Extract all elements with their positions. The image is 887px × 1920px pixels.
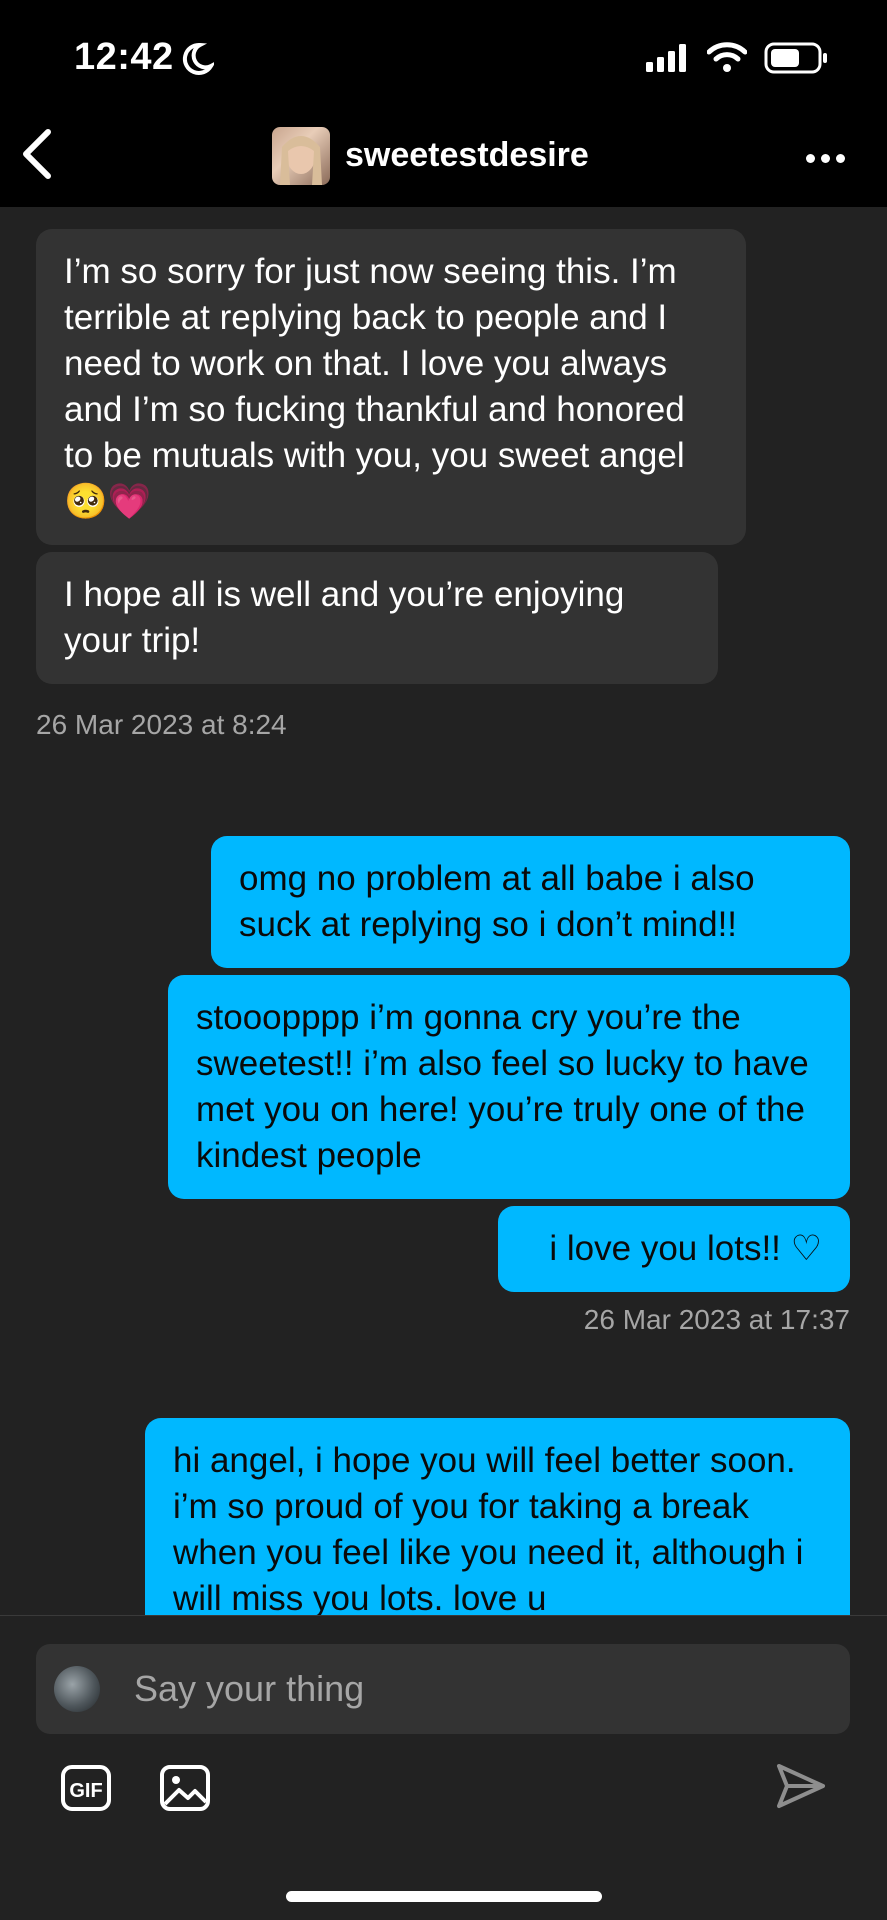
user-avatar: [54, 1666, 100, 1712]
more-icon[interactable]: [806, 150, 851, 168]
status-time: 12:42: [74, 36, 174, 78]
message-bubble-outgoing[interactable]: omg no problem at all babe i also suck a…: [211, 836, 850, 968]
composer-divider: [0, 1615, 887, 1616]
message-timestamp: 26 Mar 2023 at 8:24: [36, 709, 287, 740]
top-bar: 12:42 sweetestdesire: [0, 0, 887, 207]
message-bubble-outgoing[interactable]: i love you lots!! ♡: [498, 1206, 850, 1292]
send-icon[interactable]: [773, 1760, 829, 1812]
conversation-thread[interactable]: I’m so sorry for just now seeing this. I…: [0, 207, 887, 1615]
message-timestamp: 26 Mar 2023 at 17:37: [583, 1304, 850, 1335]
message-input[interactable]: [132, 1664, 816, 1714]
message-bubble-incoming[interactable]: I hope all is well and you’re enjoying y…: [36, 552, 718, 684]
back-chevron-icon[interactable]: [18, 126, 58, 182]
moon-icon: [182, 42, 214, 75]
home-indicator: [286, 1891, 602, 1902]
conversation-username[interactable]: sweetestdesire: [345, 136, 589, 175]
message-bubble-incoming[interactable]: I’m so sorry for just now seeing this. I…: [36, 229, 746, 545]
message-composer[interactable]: [36, 1644, 850, 1734]
svg-text:GIF: GIF: [69, 1780, 102, 1802]
gif-icon[interactable]: GIF: [60, 1764, 112, 1812]
image-icon[interactable]: [159, 1764, 211, 1812]
message-bubble-outgoing[interactable]: stooopppp i’m gonna cry you’re the sweet…: [168, 975, 850, 1199]
message-bubble-outgoing[interactable]: hi angel, i hope you will feel better so…: [145, 1418, 850, 1615]
cellular-signal-icon: [646, 44, 686, 72]
battery-icon: [764, 42, 827, 74]
wifi-icon: [707, 42, 747, 72]
avatar-photo: [280, 136, 322, 185]
avatar[interactable]: [272, 127, 330, 185]
